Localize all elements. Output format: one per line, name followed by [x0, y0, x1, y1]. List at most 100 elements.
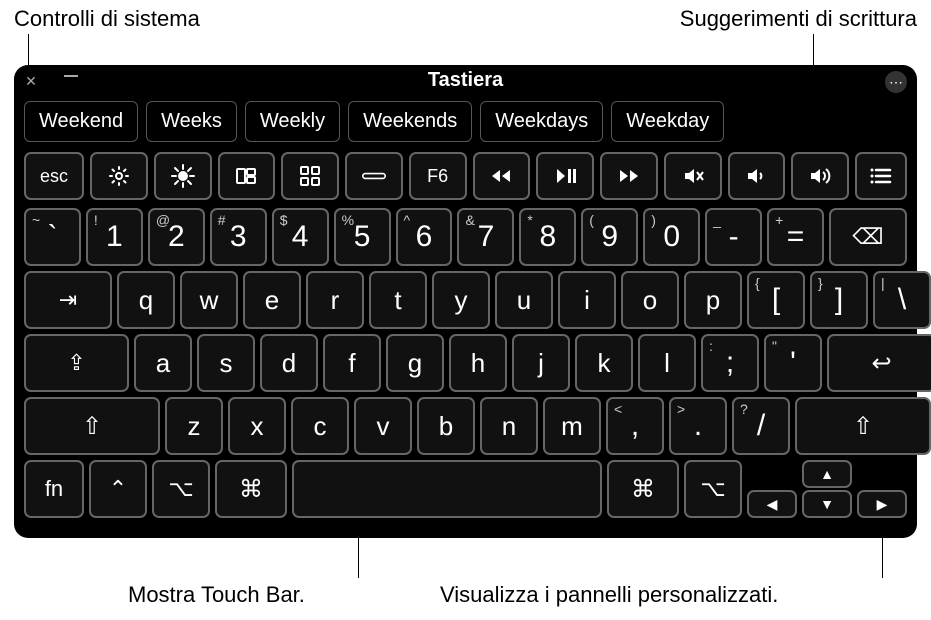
accessibility-keyboard-window: ✕ Tastiera ⋯ Weekend Weeks Weekly Weeken…: [14, 65, 917, 538]
key-w[interactable]: w: [180, 271, 238, 329]
key-d[interactable]: d: [260, 334, 318, 392]
mute-icon[interactable]: [664, 152, 722, 200]
typing-suggestions-row: Weekend Weeks Weekly Weekends Weekdays W…: [14, 95, 917, 152]
suggestion-item[interactable]: Weekdays: [480, 101, 603, 142]
key-option-left[interactable]: ⌥: [152, 460, 210, 518]
suggestion-item[interactable]: Weeks: [146, 101, 237, 142]
key-arrow-down[interactable]: ▼: [802, 490, 852, 518]
key-n[interactable]: n: [480, 397, 538, 455]
key-1[interactable]: !1: [86, 208, 143, 266]
play-pause-icon[interactable]: [536, 152, 594, 200]
key-8[interactable]: *8: [519, 208, 576, 266]
mission-control-icon[interactable]: [218, 152, 276, 200]
key-arrow-left[interactable]: ◀: [747, 490, 797, 518]
key-left-shift[interactable]: ⇧: [24, 397, 160, 455]
key-j[interactable]: j: [512, 334, 570, 392]
volume-up-icon[interactable]: [791, 152, 849, 200]
launchpad-icon[interactable]: [281, 152, 339, 200]
key-i[interactable]: i: [558, 271, 616, 329]
key-5[interactable]: %5: [334, 208, 391, 266]
key-3[interactable]: #3: [210, 208, 267, 266]
keyboard-main: ~` !1 @2 #3 $4 %5 ^6 &7 *8 (9 )0 _- += ⌫…: [14, 208, 917, 533]
key-arrow-up[interactable]: ▲: [802, 460, 852, 488]
key-u[interactable]: u: [495, 271, 553, 329]
key-semicolon[interactable]: :;: [701, 334, 759, 392]
key-period[interactable]: >.: [669, 397, 727, 455]
key-2[interactable]: @2: [148, 208, 205, 266]
key-capslock[interactable]: ⇪: [24, 334, 129, 392]
key-r[interactable]: r: [306, 271, 364, 329]
key-row-numbers: ~` !1 @2 #3 $4 %5 ^6 &7 *8 (9 )0 _- += ⌫: [24, 208, 907, 266]
key-row-home: ⇪ a s d f g h j k l :; "' ↩: [24, 334, 907, 392]
callout-show-touchbar: Mostra Touch Bar.: [128, 582, 305, 608]
key-0[interactable]: )0: [643, 208, 700, 266]
system-controls-row: esc F6: [14, 152, 917, 208]
key-minus[interactable]: _-: [705, 208, 762, 266]
key-9[interactable]: (9: [581, 208, 638, 266]
key-y[interactable]: y: [432, 271, 490, 329]
key-4[interactable]: $4: [272, 208, 329, 266]
key-x[interactable]: x: [228, 397, 286, 455]
key-return[interactable]: ↩: [827, 334, 931, 392]
key-z[interactable]: z: [165, 397, 223, 455]
suggestion-item[interactable]: Weekly: [245, 101, 340, 142]
key-c[interactable]: c: [291, 397, 349, 455]
key-h[interactable]: h: [449, 334, 507, 392]
key-right-shift[interactable]: ⇧: [795, 397, 931, 455]
key-f[interactable]: f: [323, 334, 381, 392]
key-v[interactable]: v: [354, 397, 412, 455]
key-slash[interactable]: ?/: [732, 397, 790, 455]
key-p[interactable]: p: [684, 271, 742, 329]
key-t[interactable]: t: [369, 271, 427, 329]
key-q[interactable]: q: [117, 271, 175, 329]
key-left-bracket[interactable]: {[: [747, 271, 805, 329]
key-b[interactable]: b: [417, 397, 475, 455]
suggestion-item[interactable]: Weekday: [611, 101, 724, 142]
key-arrow-right[interactable]: ▶: [857, 490, 907, 518]
key-e[interactable]: e: [243, 271, 301, 329]
callout-system-controls: Controlli di sistema: [14, 6, 200, 32]
key-option-right[interactable]: ⌥: [684, 460, 742, 518]
brightness-up-icon[interactable]: [154, 152, 212, 200]
fast-forward-icon[interactable]: [600, 152, 658, 200]
key-k[interactable]: k: [575, 334, 633, 392]
key-f6[interactable]: F6: [409, 152, 467, 200]
key-space[interactable]: [292, 460, 602, 518]
key-backtick[interactable]: ~`: [24, 208, 81, 266]
key-tab[interactable]: ⇥: [24, 271, 112, 329]
custom-panels-icon[interactable]: [855, 152, 907, 200]
callout-custom-panels: Visualizza i pannelli personalizzati.: [440, 582, 778, 608]
rewind-icon[interactable]: [473, 152, 531, 200]
callout-typing-suggestions: Suggerimenti di scrittura: [680, 6, 917, 32]
more-options-icon[interactable]: ⋯: [885, 71, 907, 93]
key-command-left[interactable]: ⌘: [215, 460, 287, 518]
titlebar: ✕ Tastiera ⋯: [14, 65, 917, 95]
key-comma[interactable]: <,: [606, 397, 664, 455]
key-row-bottom: ⇧ z x c v b n m <, >. ?/ ⇧: [24, 397, 907, 455]
key-command-right[interactable]: ⌘: [607, 460, 679, 518]
key-a[interactable]: a: [134, 334, 192, 392]
key-o[interactable]: o: [621, 271, 679, 329]
key-7[interactable]: &7: [457, 208, 514, 266]
key-equals[interactable]: +=: [767, 208, 824, 266]
suggestion-item[interactable]: Weekend: [24, 101, 138, 142]
key-fn[interactable]: fn: [24, 460, 84, 518]
brightness-down-icon[interactable]: [90, 152, 148, 200]
key-m[interactable]: m: [543, 397, 601, 455]
key-g[interactable]: g: [386, 334, 444, 392]
key-6[interactable]: ^6: [396, 208, 453, 266]
key-control[interactable]: ⌃: [89, 460, 147, 518]
suggestion-item[interactable]: Weekends: [348, 101, 472, 142]
window-title: Tastiera: [14, 69, 917, 92]
key-quote[interactable]: "': [764, 334, 822, 392]
key-esc[interactable]: esc: [24, 152, 84, 200]
key-row-qwerty: ⇥ q w e r t y u i o p {[ }] |\: [24, 271, 907, 329]
key-l[interactable]: l: [638, 334, 696, 392]
show-touchbar-icon[interactable]: [345, 152, 403, 200]
key-backslash[interactable]: |\: [873, 271, 931, 329]
key-right-bracket[interactable]: }]: [810, 271, 868, 329]
volume-down-icon[interactable]: [728, 152, 786, 200]
key-row-modifiers: fn ⌃ ⌥ ⌘ ⌘ ⌥ ◀ ▲ ▼ ▶: [24, 460, 907, 518]
key-s[interactable]: s: [197, 334, 255, 392]
key-backspace[interactable]: ⌫: [829, 208, 907, 266]
